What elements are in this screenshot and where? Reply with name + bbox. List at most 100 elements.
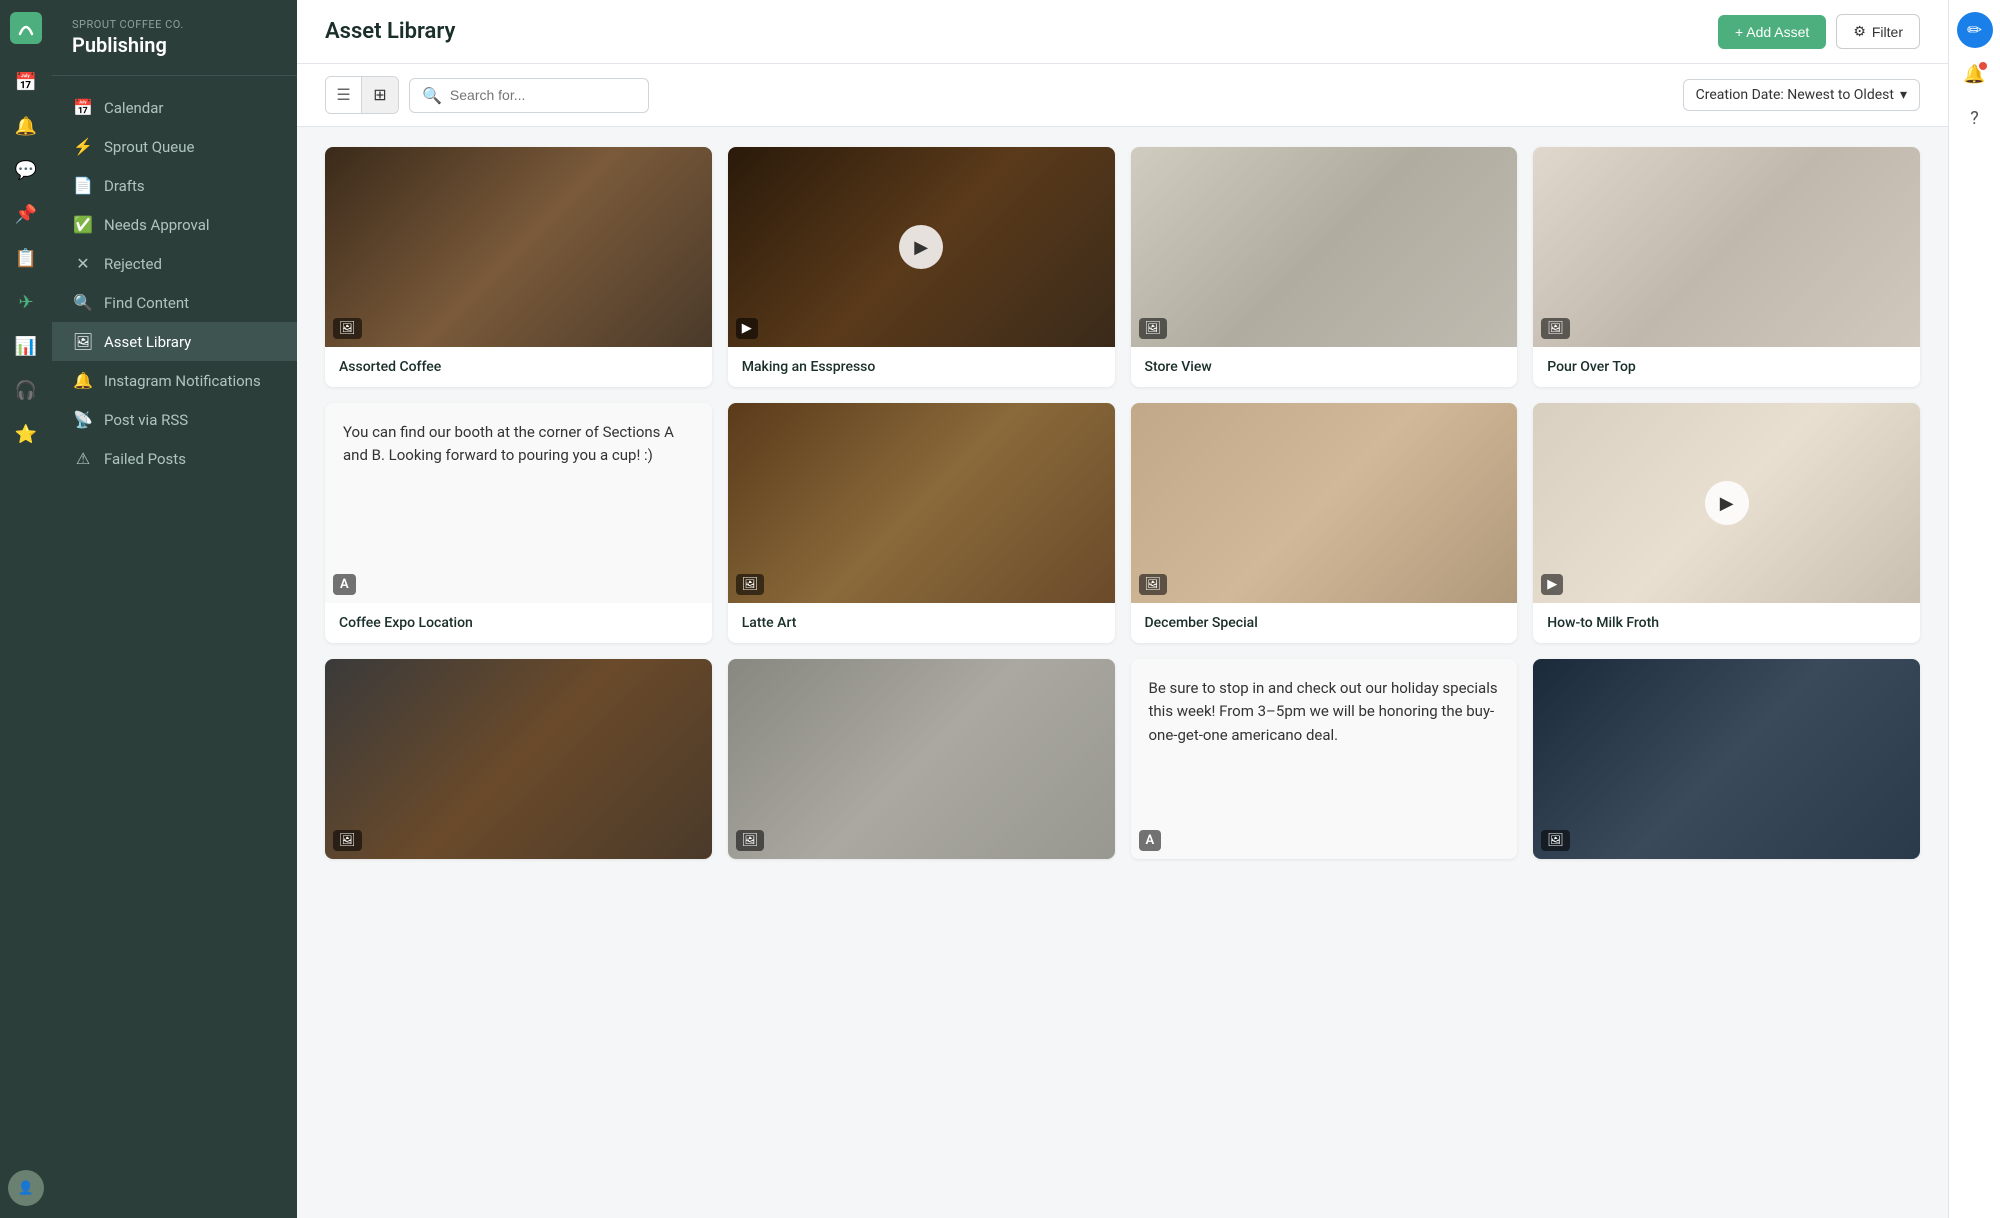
page-title: Asset Library (325, 19, 455, 44)
user-avatar[interactable]: 👤 (8, 1170, 44, 1206)
toolbar: ☰ ⊞ 🔍 Creation Date: Newest to Oldest ▾ (297, 64, 1948, 127)
asset-image: 🖼 (728, 403, 1115, 603)
sidebar-item-icon-failed-posts: ⚠ (72, 449, 94, 468)
company-name: Sprout Coffee Co. (72, 18, 277, 31)
sidebar-item-icon-asset-library: 🖼 (72, 332, 94, 351)
sidebar-item-drafts[interactable]: 📄 Drafts (52, 166, 297, 205)
logo-icon[interactable] (10, 12, 42, 44)
sidebar-item-calendar[interactable]: 📅Calendar (52, 88, 297, 127)
asset-type-badge: ▶ (1541, 574, 1563, 595)
sidebar-item-label-drafts: Drafts (104, 177, 145, 195)
asset-type-badge: 🖼 (1541, 318, 1570, 339)
asset-card[interactable]: ▶ ▶ Making an Esspresso (728, 147, 1115, 387)
asset-title: How-to Milk Froth (1533, 603, 1920, 643)
icon-bar: 📅 🔔 💬 📌 📋 ✈ 📊 🎧 ⭐ 👤 (0, 0, 52, 1218)
text-type-badge: A (1139, 830, 1162, 851)
filter-button[interactable]: ⚙ Filter (1836, 14, 1920, 49)
asset-image: 🖼 (1533, 659, 1920, 859)
asset-card[interactable]: 🖼 (325, 659, 712, 859)
nav-notifications-icon[interactable]: 🔔 (8, 108, 44, 144)
sidebar-item-sprout-queue[interactable]: ⚡Sprout Queue (52, 127, 297, 166)
sidebar-item-post-via-rss[interactable]: 📡Post via RSS (52, 400, 297, 439)
sidebar-item-label-sprout-queue: Sprout Queue (104, 138, 194, 156)
asset-image: 🖼 (1533, 147, 1920, 347)
asset-title: December Special (1131, 603, 1518, 643)
asset-type-badge: 🖼 (1139, 574, 1168, 595)
main-content: Asset Library + Add Asset ⚙ Filter ☰ ⊞ 🔍… (297, 0, 1948, 1218)
sidebar-item-icon-needs-approval: ✅ (72, 215, 94, 234)
asset-image: ▶ ▶ (1533, 403, 1920, 603)
asset-image: 🖼 (1131, 147, 1518, 347)
nav-analytics-icon[interactable]: 📊 (8, 328, 44, 364)
sidebar-nav: 📅Calendar⚡Sprout Queue 📄 Drafts ✅ Needs Appr… (52, 76, 297, 490)
asset-title: Coffee Expo Location (325, 603, 712, 643)
asset-card[interactable]: Be sure to stop in and check out our hol… (1131, 659, 1518, 859)
sidebar-item-label-calendar: Calendar (104, 99, 164, 117)
sidebar-item-needs-approval[interactable]: ✅ Needs Approval (52, 205, 297, 244)
asset-card[interactable]: 🖼 (1533, 659, 1920, 859)
compose-button[interactable]: ✏ (1957, 12, 1993, 48)
header-actions: + Add Asset ⚙ Filter (1718, 14, 1920, 49)
play-button[interactable]: ▶ (1705, 481, 1749, 525)
text-type-badge: A (333, 574, 356, 595)
sidebar-item-icon-instagram-notifications: 🔔 (72, 371, 94, 390)
list-view-button[interactable]: ☰ (326, 77, 362, 113)
nav-publishing-icon[interactable]: 📅 (8, 64, 44, 100)
asset-title: Assorted Coffee (325, 347, 712, 387)
nav-listening-icon[interactable]: 🎧 (8, 372, 44, 408)
asset-type-badge: 🖼 (1139, 318, 1168, 339)
asset-card[interactable]: ▶ ▶ How-to Milk Froth (1533, 403, 1920, 643)
sidebar-item-asset-library[interactable]: 🖼 Asset Library (52, 322, 297, 361)
app-name: Publishing (72, 33, 277, 57)
nav-messages-icon[interactable]: 💬 (8, 152, 44, 188)
asset-card[interactable]: 🖼 Store View (1131, 147, 1518, 387)
content-area: 🖼 Assorted Coffee ▶ ▶ Making an Esspress… (297, 127, 1948, 1218)
asset-title: Store View (1131, 347, 1518, 387)
asset-card[interactable]: 🖼 Latte Art (728, 403, 1115, 643)
asset-grid: 🖼 Assorted Coffee ▶ ▶ Making an Esspress… (325, 147, 1920, 859)
asset-image: 🖼 (728, 659, 1115, 859)
asset-type-badge: 🖼 (333, 318, 362, 339)
sidebar-item-icon-find-content: 🔍 (72, 293, 94, 312)
text-content: You can find our booth at the corner of … (343, 421, 694, 468)
asset-image: 🖼 (325, 147, 712, 347)
grid-view-button[interactable]: ⊞ (362, 77, 398, 113)
play-button[interactable]: ▶ (899, 225, 943, 269)
nav-send-icon[interactable]: ✈ (8, 284, 44, 320)
sidebar-item-icon-rejected: ✕ (72, 254, 94, 273)
asset-card[interactable]: 🖼 December Special (1131, 403, 1518, 643)
sidebar-item-label-asset-library: Asset Library (104, 333, 191, 351)
text-content: Be sure to stop in and check out our hol… (1149, 677, 1500, 747)
asset-image: 🖼 (1131, 403, 1518, 603)
asset-card[interactable]: 🖼 (728, 659, 1115, 859)
asset-card[interactable]: 🖼 Pour Over Top (1533, 147, 1920, 387)
filter-icon: ⚙ (1853, 23, 1866, 40)
sidebar-item-label-find-content: Find Content (104, 294, 189, 312)
sidebar-item-icon-drafts: 📄 (72, 176, 94, 195)
sidebar-header: Sprout Coffee Co. Publishing (52, 0, 297, 76)
asset-image: 🖼 (325, 659, 712, 859)
nav-pin-icon[interactable]: 📌 (8, 196, 44, 232)
sort-dropdown[interactable]: Creation Date: Newest to Oldest ▾ (1683, 79, 1920, 111)
asset-card[interactable]: You can find our booth at the corner of … (325, 403, 712, 643)
sidebar-item-rejected[interactable]: ✕Rejected (52, 244, 297, 283)
asset-type-badge: ▶ (736, 318, 758, 339)
sidebar-item-instagram-notifications[interactable]: 🔔 Instagram Notifications (52, 361, 297, 400)
asset-card[interactable]: 🖼 Assorted Coffee (325, 147, 712, 387)
sidebar-item-failed-posts[interactable]: ⚠Failed Posts (52, 439, 297, 478)
sidebar-item-label-needs-approval: Needs Approval (104, 216, 210, 234)
notification-icon[interactable]: 🔔 (1957, 56, 1993, 92)
search-input[interactable] (450, 87, 636, 103)
nav-reviews-icon[interactable]: ⭐ (8, 416, 44, 452)
search-icon: 🔍 (422, 86, 442, 105)
search-box[interactable]: 🔍 (409, 78, 649, 113)
sidebar-item-label-instagram-notifications: Instagram Notifications (104, 372, 261, 390)
sidebar-item-find-content[interactable]: 🔍 Find Content (52, 283, 297, 322)
help-icon[interactable]: ? (1957, 100, 1993, 136)
toolbar-left: ☰ ⊞ 🔍 (325, 76, 649, 114)
main-header: Asset Library + Add Asset ⚙ Filter (297, 0, 1948, 64)
add-asset-button[interactable]: + Add Asset (1718, 15, 1826, 49)
right-panel: ✏ 🔔 ? (1948, 0, 2000, 1218)
nav-tasks-icon[interactable]: 📋 (8, 240, 44, 276)
asset-title: Pour Over Top (1533, 347, 1920, 387)
